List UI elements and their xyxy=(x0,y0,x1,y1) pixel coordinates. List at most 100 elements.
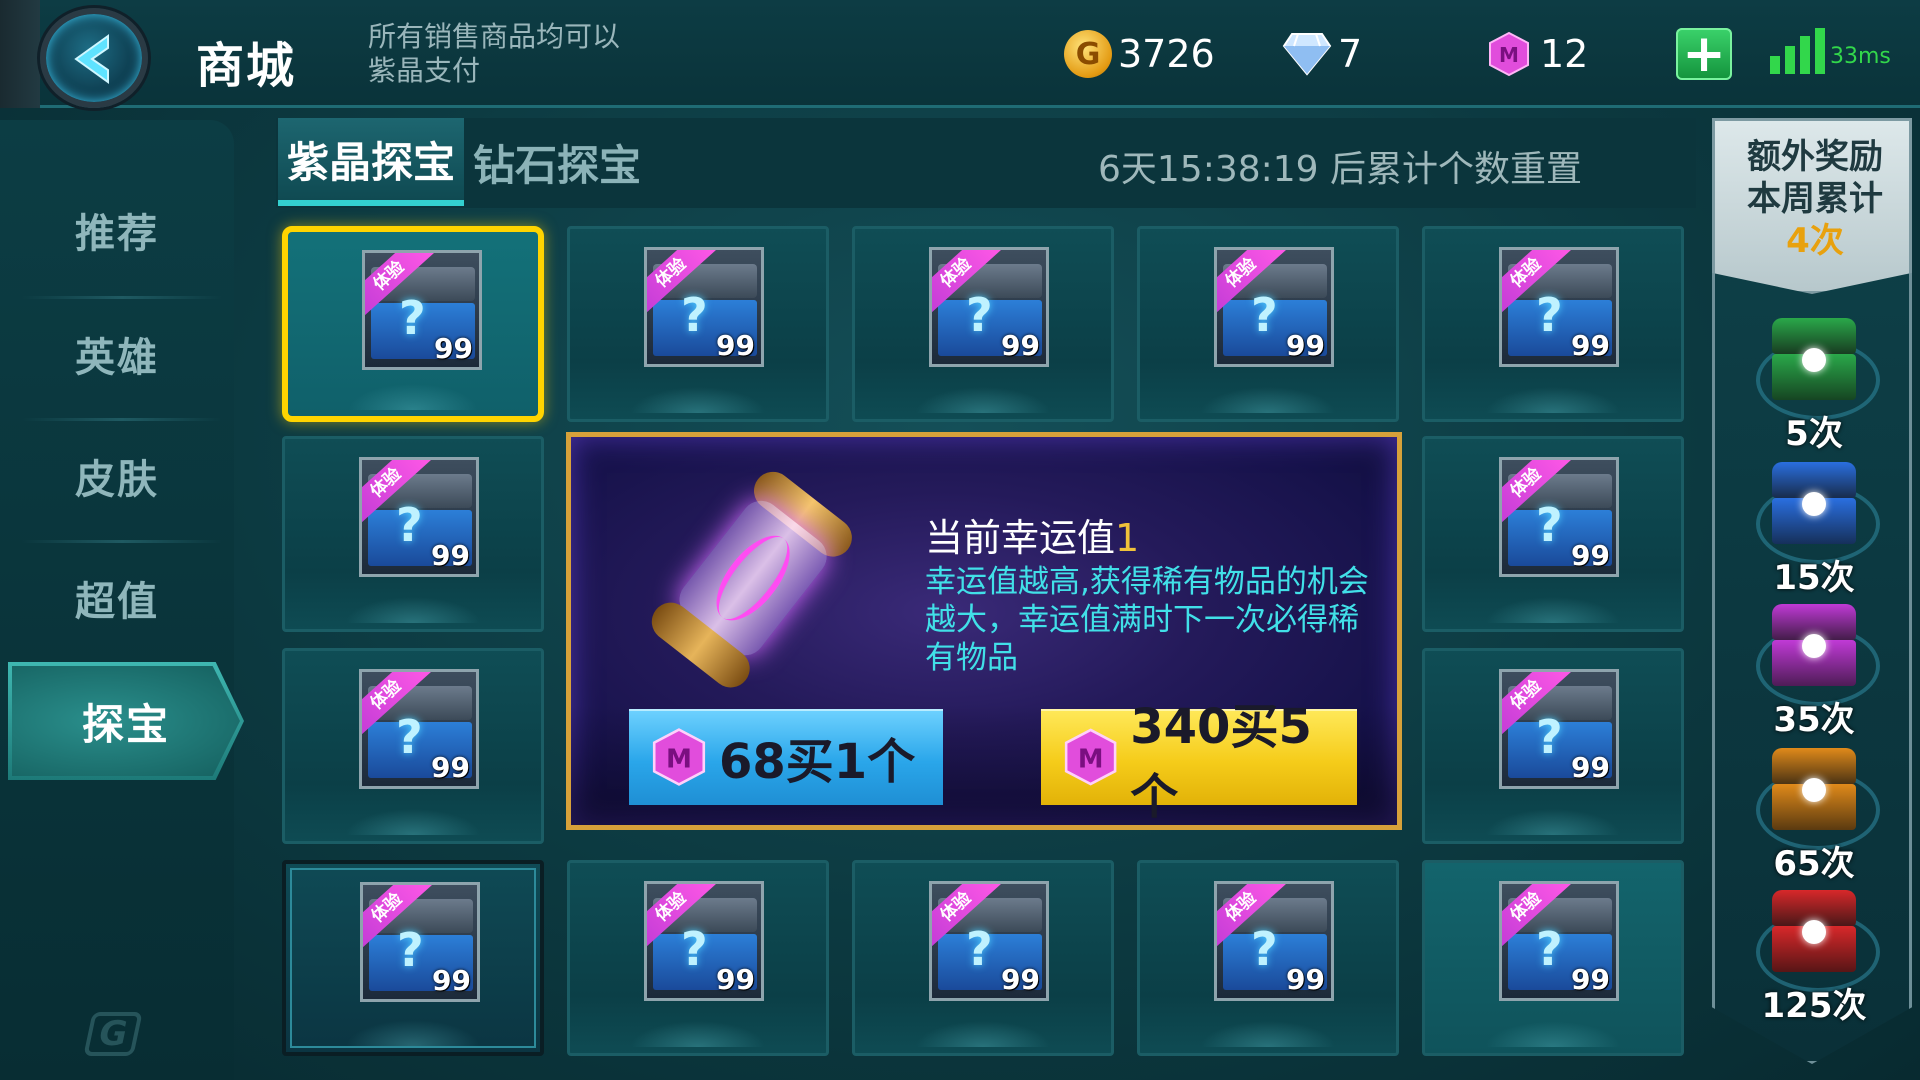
mystery-box-icon: ? 体验 99 xyxy=(1214,881,1334,1001)
reward-threshold: 5次 xyxy=(1785,414,1843,454)
divider xyxy=(22,540,222,543)
divider xyxy=(22,418,222,421)
diamond-balance: 7 xyxy=(1282,28,1362,80)
prize-slot[interactable]: ? 体验 99 xyxy=(567,860,829,1056)
reward-threshold: 125次 xyxy=(1761,986,1867,1026)
frame-decoration xyxy=(0,0,40,108)
item-count: 99 xyxy=(1286,963,1325,996)
reward-threshold: 15次 xyxy=(1773,558,1855,598)
prize-slot[interactable]: ? 体验 99 xyxy=(282,436,544,632)
diamond-amount: 7 xyxy=(1338,32,1363,76)
sidebar-item-recommended[interactable]: 推荐 xyxy=(0,180,234,280)
back-arrow-icon xyxy=(74,34,109,84)
luck-capsule-icon xyxy=(626,453,873,711)
prize-slot[interactable]: ? 体验 99 xyxy=(1422,226,1684,422)
mystery-box-icon: ? 体验 99 xyxy=(644,881,764,1001)
sidebar-item-treasure-hunt[interactable]: 探宝 xyxy=(8,662,244,780)
mystery-box-icon: ? 体验 99 xyxy=(1499,247,1619,367)
bonus-count: 4次 xyxy=(1786,221,1844,261)
item-count: 99 xyxy=(1001,963,1040,996)
luck-value: 1 xyxy=(1115,516,1140,560)
sidebar-item-value[interactable]: 超值 xyxy=(0,548,234,648)
signal-icon xyxy=(1770,28,1825,74)
gold-coin-icon: G xyxy=(1064,30,1112,78)
mystery-box-icon: ? 体验 99 xyxy=(1214,247,1334,367)
prize-slot[interactable]: ? 体验 99 xyxy=(1137,226,1399,422)
item-count: 99 xyxy=(716,329,755,362)
luck-description: 幸运值越高,获得稀有物品的机会越大，幸运值满时下一次必得稀有物品 xyxy=(925,564,1369,676)
svg-text:M: M xyxy=(666,744,692,774)
prize-slot[interactable]: ? 体验 99 xyxy=(567,226,829,422)
sidebar-item-heroes[interactable]: 英雄 xyxy=(0,304,234,404)
item-count: 99 xyxy=(434,332,473,365)
luck-label: 当前幸运值 xyxy=(925,516,1116,560)
reward-chest-icon xyxy=(1756,456,1880,564)
amethyst-icon: M xyxy=(1064,728,1117,786)
luck-value-heading: 当前幸运值1 xyxy=(925,507,1139,562)
divider xyxy=(22,296,222,299)
sidebar-item-skins[interactable]: 皮肤 xyxy=(0,426,234,526)
page-title: 商城 xyxy=(196,38,297,94)
mystery-box-icon: ? 体验 99 xyxy=(360,882,480,1002)
reward-chest-icon xyxy=(1756,742,1880,850)
mystery-box-icon: ? 体验 99 xyxy=(929,247,1049,367)
reward-threshold: 65次 xyxy=(1773,844,1855,884)
mystery-box-icon: ? 体验 99 xyxy=(1499,457,1619,577)
amethyst-balance: M 12 xyxy=(1486,28,1588,80)
svg-text:M: M xyxy=(1078,744,1104,774)
amethyst-amount: 12 xyxy=(1540,32,1589,76)
prize-slot[interactable]: ? 体验 99 xyxy=(1137,860,1399,1056)
gold-amount: 3726 xyxy=(1118,32,1215,76)
shop-screen: { "header": { "title": "商城", "notice": "… xyxy=(0,0,1920,1080)
prize-slot[interactable]: ? 体验 99 xyxy=(852,860,1114,1056)
item-count: 99 xyxy=(1286,329,1325,362)
gold-balance: G 3726 xyxy=(1064,28,1215,80)
prize-slot[interactable]: ? 体验 99 xyxy=(852,226,1114,422)
tab-amethyst-hunt[interactable]: 紫晶探宝 xyxy=(278,118,464,206)
item-count: 99 xyxy=(716,963,755,996)
diamond-icon xyxy=(1282,33,1332,76)
top-bar: 商城 所有销售商品均可以紫晶支付 G 3726 7 M 12 + 33ms xyxy=(0,0,1920,108)
ping-readout: 33ms xyxy=(1830,44,1891,69)
prize-slot[interactable]: ? 体验 99 xyxy=(1422,860,1684,1056)
prize-slot[interactable]: ? 体验 99 xyxy=(1422,648,1684,844)
tab-diamond-hunt[interactable]: 钻石探宝 xyxy=(470,118,644,206)
item-count: 99 xyxy=(1571,963,1610,996)
mystery-box-icon: ? 体验 99 xyxy=(359,457,479,577)
recharge-plus-button[interactable]: + xyxy=(1676,28,1732,80)
payment-notice: 所有销售商品均可以紫晶支付 xyxy=(368,20,621,87)
prize-slot[interactable]: ? 体验 99 xyxy=(1422,436,1684,632)
reward-chest-icon xyxy=(1756,598,1880,706)
prize-slot[interactable]: ? 体验 99 xyxy=(282,860,544,1056)
reward-threshold: 35次 xyxy=(1773,700,1855,740)
buy-five-button[interactable]: M 340买5个 xyxy=(1041,699,1357,825)
buy-one-button[interactable]: M 68买1个 xyxy=(629,709,943,805)
buy-one-label: 68买1个 xyxy=(719,734,916,790)
luck-panel: 当前幸运值1 幸运值越高,获得稀有物品的机会越大，幸运值满时下一次必得稀有物品 … xyxy=(566,432,1402,830)
back-button[interactable] xyxy=(40,8,148,108)
game-logo: G xyxy=(83,1012,143,1056)
item-count: 99 xyxy=(1571,751,1610,784)
prize-slot[interactable]: ? 体验 99 xyxy=(282,226,544,422)
svg-text:M: M xyxy=(1499,43,1519,67)
prize-slot[interactable]: ? 体验 99 xyxy=(282,648,544,844)
item-count: 99 xyxy=(431,751,470,784)
item-count: 99 xyxy=(1571,539,1610,572)
mystery-box-icon: ? 体验 99 xyxy=(929,881,1049,1001)
item-count: 99 xyxy=(1571,329,1610,362)
reward-chest-icon xyxy=(1756,312,1880,420)
weekly-bonus-header: 额外奖励 本周累计 4次 xyxy=(1712,118,1912,294)
item-count: 99 xyxy=(432,964,471,997)
item-count: 99 xyxy=(431,539,470,572)
reward-chest-icon xyxy=(1756,884,1880,992)
amethyst-icon: M xyxy=(652,728,706,786)
mystery-box-icon: ? 体验 99 xyxy=(1499,669,1619,789)
mystery-box-icon: ? 体验 99 xyxy=(644,247,764,367)
mystery-box-icon: ? 体验 99 xyxy=(359,669,479,789)
item-count: 99 xyxy=(1001,329,1040,362)
buy-five-label: 340买5个 xyxy=(1130,699,1312,825)
mystery-box-icon: ? 体验 99 xyxy=(362,250,482,370)
amethyst-icon: M xyxy=(1489,31,1529,77)
mystery-box-icon: ? 体验 99 xyxy=(1499,881,1619,1001)
reset-countdown: 6天15:38:19 后累计个数重置 xyxy=(1098,149,1583,190)
